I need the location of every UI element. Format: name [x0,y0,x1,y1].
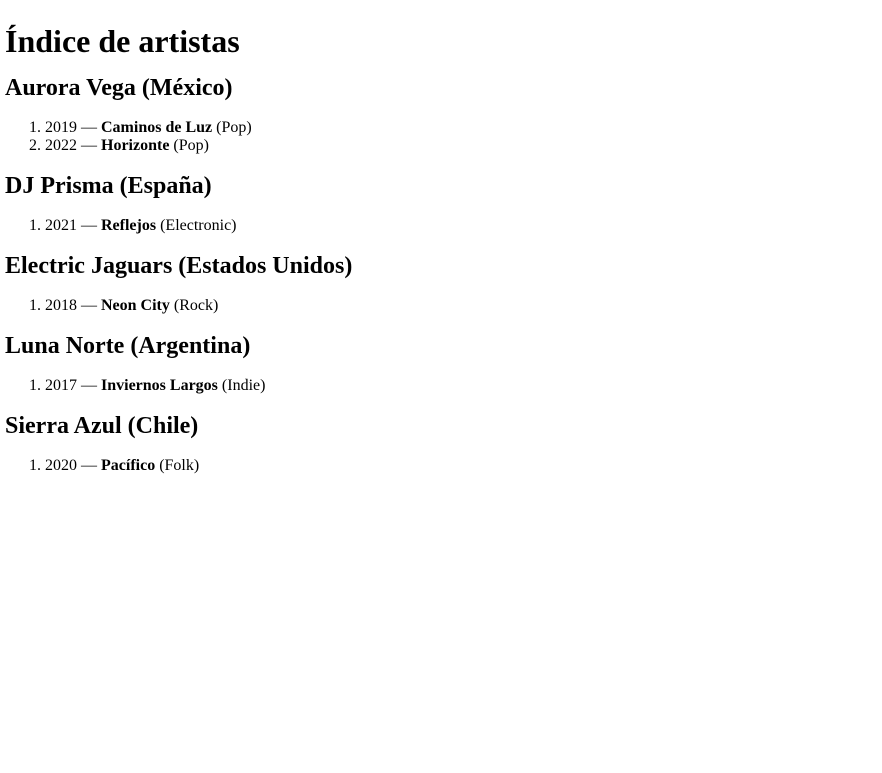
artist-section: DJ Prisma (España) 2021 — Reflejos (Elec… [5,171,877,235]
album-item: 2019 — Caminos de Luz (Pop) [45,119,877,137]
album-title: Caminos de Luz [101,119,213,136]
artist-section: Electric Jaguars (Estados Unidos) 2018 —… [5,251,877,315]
page: Índice de artistas Aurora Vega (México) … [0,21,882,475]
artist-section: Luna Norte (Argentina) 2017 — Inviernos … [5,331,877,395]
album-genre: (Electronic) [160,217,237,234]
artist-section: Sierra Azul (Chile) 2020 — Pacífico (Fol… [5,411,877,475]
album-year: 2020 [45,457,77,474]
album-genre: (Pop) [173,137,209,154]
album-title: Inviernos Largos [101,377,218,394]
artist-heading: DJ Prisma (España) [5,173,212,199]
separator: — [81,377,97,394]
artist-heading: Sierra Azul (Chile) [5,413,199,439]
artist-heading: Luna Norte (Argentina) [5,333,251,359]
artist-heading: Electric Jaguars (Estados Unidos) [5,253,353,279]
album-title: Pacífico [101,457,156,474]
album-year: 2018 [45,297,77,314]
album-list: 2018 — Neon City (Rock) [5,297,877,315]
album-item: 2020 — Pacífico (Folk) [45,457,877,475]
album-list: 2020 — Pacífico (Folk) [5,457,877,475]
album-item: 2018 — Neon City (Rock) [45,297,877,315]
album-title: Horizonte [101,137,170,154]
album-genre: (Indie) [221,377,266,394]
album-list: 2021 — Reflejos (Electronic) [5,217,877,235]
album-item: 2022 — Horizonte (Pop) [45,137,877,155]
album-item: 2021 — Reflejos (Electronic) [45,217,877,235]
album-genre: (Pop) [216,119,252,136]
album-year: 2019 [45,119,77,136]
album-title: Neon City [101,297,170,314]
artist-section: Aurora Vega (México) 2019 — Caminos de L… [5,73,877,155]
album-year: 2017 [45,377,77,394]
album-list: 2019 — Caminos de Luz (Pop) 2022 — Horiz… [5,119,877,155]
separator: — [81,137,97,154]
artist-heading: Aurora Vega (México) [5,75,233,101]
album-year: 2021 [45,217,77,234]
separator: — [81,119,97,136]
page-title: Índice de artistas [5,23,240,59]
album-genre: (Rock) [173,297,219,314]
separator: — [81,297,97,314]
album-title: Reflejos [101,217,157,234]
album-genre: (Folk) [159,457,200,474]
album-list: 2017 — Inviernos Largos (Indie) [5,377,877,395]
album-item: 2017 — Inviernos Largos (Indie) [45,377,877,395]
separator: — [81,457,97,474]
album-year: 2022 [45,137,77,154]
separator: — [81,217,97,234]
